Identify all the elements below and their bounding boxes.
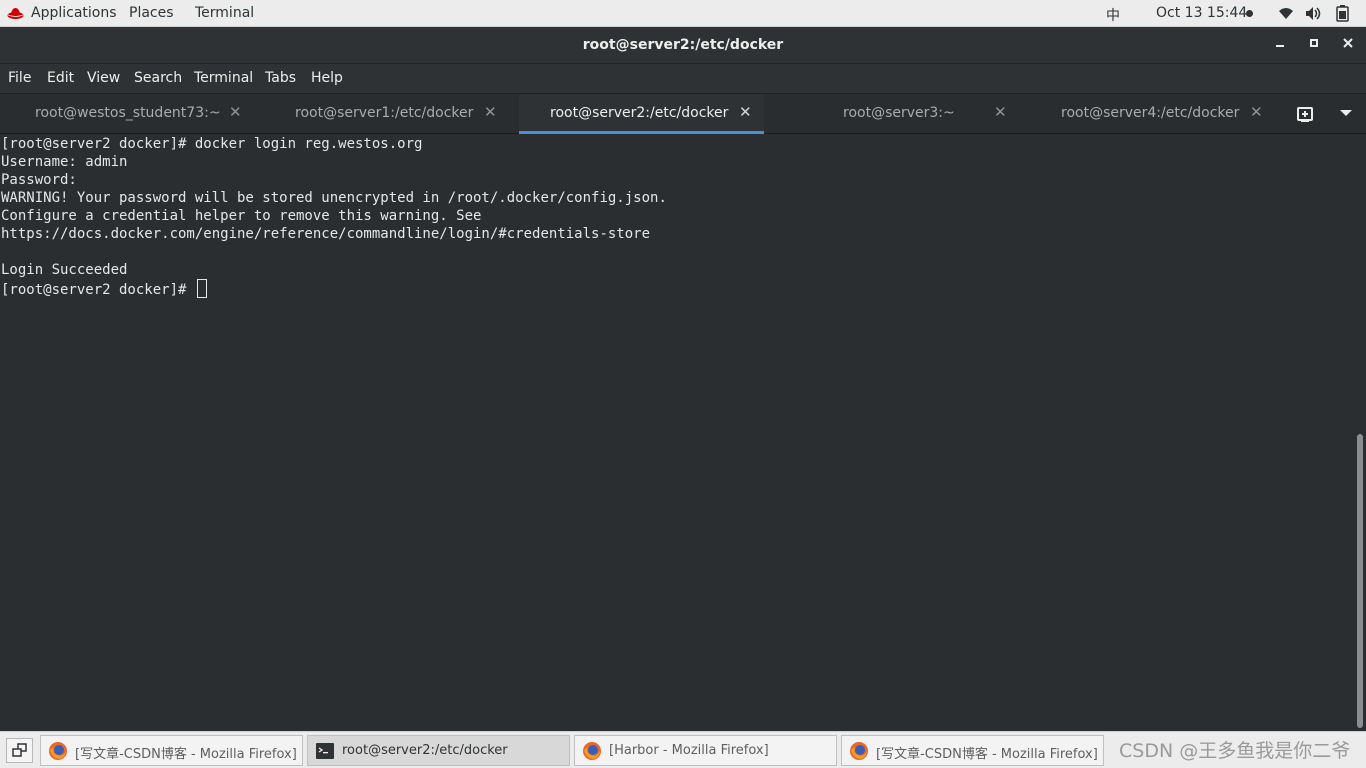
firefox-icon xyxy=(583,742,601,760)
csdn-watermark: CSDN @王多鱼我是你二爷 xyxy=(1119,740,1351,762)
tab-close-icon[interactable]: ✕ xyxy=(484,103,497,121)
taskbar: [写文章-CSDN博客 - Mozilla Firefox] root@serv… xyxy=(0,731,1366,768)
redhat-logo-icon xyxy=(7,8,24,19)
menu-edit[interactable]: Edit xyxy=(47,70,74,86)
tab-label: root@server2:/etc/docker xyxy=(550,105,729,121)
terminal-cursor xyxy=(196,279,207,298)
terminal-line: WARNING! Your password will be stored un… xyxy=(1,190,667,206)
maximize-icon xyxy=(1310,39,1318,47)
minimize-icon xyxy=(1276,45,1284,47)
taskbar-item-terminal[interactable]: root@server2:/etc/docker xyxy=(307,735,570,766)
close-icon xyxy=(1343,38,1353,48)
terminal-prompt: [root@server2 docker]# xyxy=(1,282,195,298)
notification-dot-icon xyxy=(1246,10,1253,17)
terminal-app-menu[interactable]: Terminal xyxy=(195,5,254,21)
terminal-line: Username: admin xyxy=(1,154,128,170)
terminal-line: https://docs.docker.com/engine/reference… xyxy=(1,226,651,242)
tab-bar: root@westos_student73:~ ✕ root@server1:/… xyxy=(0,93,1366,134)
battery-icon[interactable] xyxy=(1336,5,1349,22)
applications-menu[interactable]: Applications xyxy=(31,5,117,21)
menu-tabs[interactable]: Tabs xyxy=(265,70,296,86)
wifi-icon[interactable] xyxy=(1278,6,1294,20)
menu-file[interactable]: File xyxy=(8,70,31,86)
minimize-button[interactable] xyxy=(1271,36,1289,54)
menu-bar: File Edit View Search Terminal Tabs Help xyxy=(0,64,1366,93)
terminal-line: [root@server2 docker]# docker login reg.… xyxy=(1,136,423,152)
menu-view[interactable]: View xyxy=(87,70,120,86)
firefox-icon xyxy=(49,742,67,760)
terminal-prompt-line: [root@server2 docker]# xyxy=(1,279,1354,298)
tab-close-icon[interactable]: ✕ xyxy=(739,103,752,121)
new-tab-icon[interactable] xyxy=(1296,105,1316,123)
volume-icon[interactable] xyxy=(1305,6,1323,21)
show-desktop-button[interactable] xyxy=(6,738,33,763)
terminal-line: Login Succeeded xyxy=(1,262,128,278)
tab-close-icon[interactable]: ✕ xyxy=(1250,103,1263,121)
taskbar-item-label: root@server2:/etc/docker xyxy=(342,743,508,758)
show-desktop-icon xyxy=(12,743,27,757)
terminal-line: Configure a credential helper to remove … xyxy=(1,208,482,224)
taskbar-item-label: [写文章-CSDN博客 - Mozilla Firefox] xyxy=(876,747,1098,762)
close-button[interactable] xyxy=(1339,36,1357,54)
tab-server4[interactable]: root@server4:/etc/docker ✕ xyxy=(1030,94,1280,134)
places-menu[interactable]: Places xyxy=(129,5,174,21)
window-title: root@server2:/etc/docker xyxy=(582,37,784,53)
system-top-bar: Applications Places Terminal 中 Oct 13 15… xyxy=(0,0,1366,27)
clock[interactable]: Oct 13 15:44 xyxy=(1156,5,1247,21)
tab-label: root@server4:/etc/docker xyxy=(1061,105,1240,121)
terminal-line: Password: xyxy=(1,172,77,188)
firefox-icon xyxy=(850,742,868,760)
tab-label: root@server1:/etc/docker xyxy=(295,105,474,121)
menu-terminal[interactable]: Terminal xyxy=(194,70,253,86)
terminal-icon xyxy=(316,743,334,759)
tabs-dropdown-chevron-icon[interactable] xyxy=(1340,110,1352,116)
taskbar-item-label: [写文章-CSDN博客 - Mozilla Firefox] xyxy=(75,747,297,762)
taskbar-item-label: [Harbor - Mozilla Firefox] xyxy=(609,743,769,758)
taskbar-item-firefox-csdn-2[interactable]: [写文章-CSDN博客 - Mozilla Firefox] xyxy=(841,735,1104,766)
maximize-button[interactable] xyxy=(1305,36,1323,54)
menu-search[interactable]: Search xyxy=(134,70,182,86)
tab-close-icon[interactable]: ✕ xyxy=(994,103,1007,121)
menu-help[interactable]: Help xyxy=(311,70,343,86)
tab-server2[interactable]: root@server2:/etc/docker ✕ xyxy=(519,94,764,134)
tab-close-icon[interactable]: ✕ xyxy=(229,103,242,121)
terminal-scrollbar[interactable] xyxy=(1354,134,1366,731)
taskbar-item-firefox-csdn-1[interactable]: [写文章-CSDN博客 - Mozilla Firefox] xyxy=(40,735,303,766)
tab-server1[interactable]: root@server1:/etc/docker ✕ xyxy=(258,94,519,134)
input-method-indicator[interactable]: 中 xyxy=(1106,5,1120,25)
scrollbar-thumb[interactable] xyxy=(1357,434,1363,728)
tab-server3[interactable]: root@server3:~ ✕ xyxy=(764,94,1030,134)
tab-label: root@westos_student73:~ xyxy=(35,105,221,121)
window-titlebar[interactable]: root@server2:/etc/docker xyxy=(0,27,1366,64)
terminal-output[interactable]: [root@server2 docker]# docker login reg.… xyxy=(0,134,1354,731)
tab-label: root@server3:~ xyxy=(843,105,955,121)
taskbar-item-firefox-harbor[interactable]: [Harbor - Mozilla Firefox] xyxy=(574,735,837,766)
tab-westos-student73[interactable]: root@westos_student73:~ ✕ xyxy=(0,94,258,134)
